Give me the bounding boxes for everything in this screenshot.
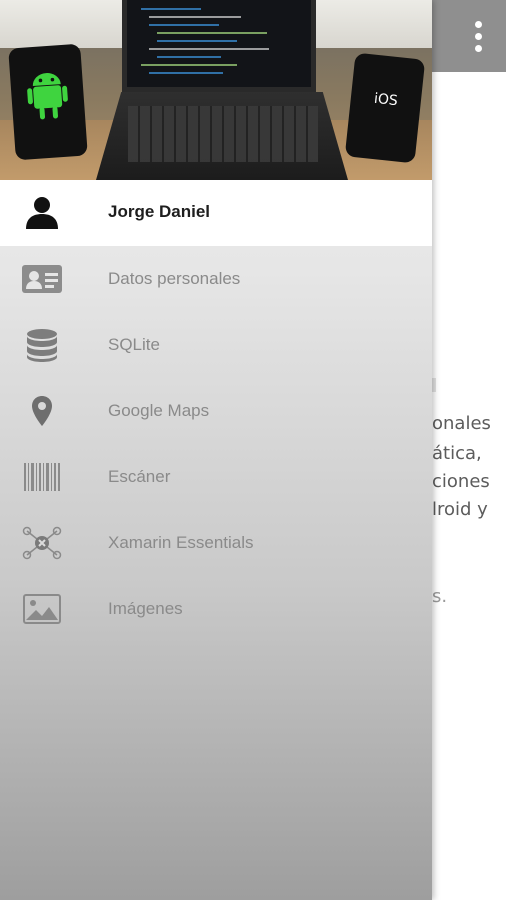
background-text-line: ciones (432, 471, 490, 492)
background-text-line: lroid y (432, 499, 488, 520)
navigation-drawer: iOS Jorge Daniel Datos personales SQLite… (0, 0, 432, 900)
person-icon (26, 197, 58, 229)
ios-phone: iOS (344, 52, 426, 164)
menu-item-label: SQLite (108, 335, 160, 354)
ios-label: iOS (373, 90, 399, 110)
laptop-screen (122, 0, 316, 92)
android-icon (27, 73, 68, 120)
id-card-icon (20, 259, 64, 299)
laptop-keyboard (128, 106, 318, 162)
image-icon (20, 589, 64, 629)
user-name: Jorge Daniel (108, 202, 211, 221)
menu-item-sqlite[interactable]: SQLite (0, 312, 432, 378)
menu-item-label: Google Maps (108, 401, 210, 420)
android-phone (8, 43, 88, 161)
menu-item-imagenes[interactable]: Imágenes (0, 576, 432, 642)
menu-item-escaner[interactable]: Escáner (0, 444, 432, 510)
background-text-line: s. (432, 586, 448, 607)
menu-item-label: Imágenes (108, 599, 183, 618)
menu-item-label: Datos personales (108, 269, 241, 288)
menu-item-google-maps[interactable]: Google Maps (0, 378, 432, 444)
barcode-icon (20, 457, 64, 497)
background-text-line: onales (432, 413, 491, 434)
location-pin-icon (20, 391, 64, 431)
drawer-user-header[interactable]: Jorge Daniel (0, 180, 432, 246)
menu-item-label: Escáner (108, 467, 171, 486)
background-text-line: ática, (432, 443, 482, 464)
menu-item-label: Xamarin Essentials (108, 533, 254, 552)
xamarin-icon (20, 523, 64, 563)
menu-item-xamarin-essentials[interactable]: Xamarin Essentials (0, 510, 432, 576)
more-vertical-icon[interactable] (464, 14, 492, 58)
menu-item-datos-personales[interactable]: Datos personales (0, 246, 432, 312)
database-icon (20, 325, 64, 365)
drawer-header-image: iOS (0, 0, 432, 180)
